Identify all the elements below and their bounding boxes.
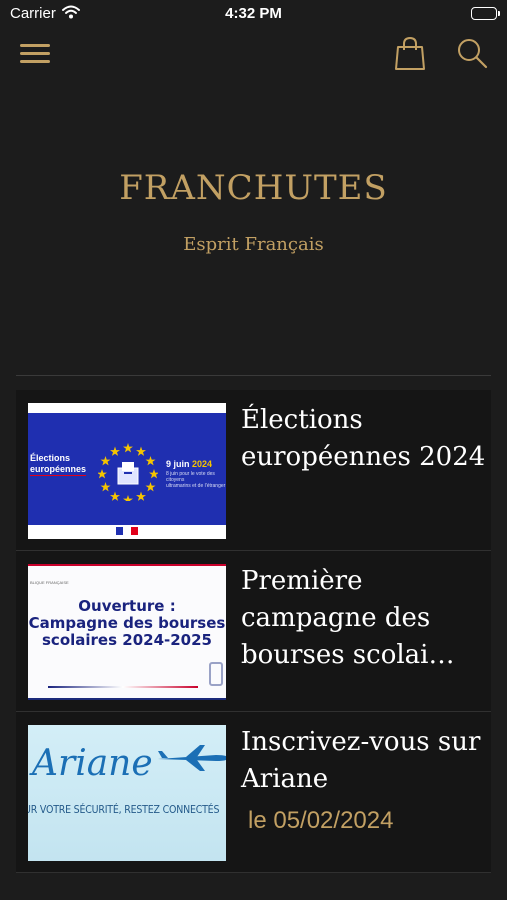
hero-header: FRANCHUTES Esprit Français — [0, 76, 507, 374]
ariane-logo: Ariane — [32, 743, 153, 784]
article-title: Première campagne des bourses scolai… — [241, 566, 455, 670]
airplane-icon — [158, 745, 226, 771]
article-title: Élections européennes 2024 — [241, 405, 486, 472]
search-icon[interactable] — [455, 36, 489, 70]
menu-icon[interactable] — [18, 39, 52, 67]
thumbnail-heading: Ouverture : Campagne des bourses scolair… — [28, 597, 226, 649]
thumbnail-edge-text: BLIQUE FRANÇAISE — [30, 580, 69, 585]
article-list: Élections européennes 9 juin 2024 8 juin… — [16, 390, 491, 873]
navigation-bar — [0, 30, 507, 76]
thumbnail-tagline: UR VOTRE SÉCURITÉ, RESTEZ CONNECTÉS — [28, 804, 220, 816]
article-title: Inscrivez-vous sur Ariane — [241, 727, 481, 794]
divider — [16, 375, 491, 376]
french-flag-icon — [116, 527, 138, 535]
eu-stars-ballot-icon — [98, 443, 158, 501]
status-time: 4:32 PM — [225, 5, 282, 22]
thumbnail-heading: Élections européennes — [30, 453, 87, 476]
article-card[interactable]: BLIQUE FRANÇAISE Ouverture : Campagne de… — [16, 551, 491, 712]
shopping-bag-icon[interactable] — [393, 35, 427, 71]
battery-icon — [471, 7, 500, 20]
article-card[interactable]: Ariane UR VOTRE SÉCURITÉ, RESTEZ CONNECT… — [16, 712, 491, 873]
coins-icon — [209, 662, 223, 686]
app-subtitle: Esprit Français — [183, 234, 324, 255]
thumbnail-caption: 8 juin pour le vote des citoyens ultrama… — [166, 471, 226, 489]
article-thumbnail: BLIQUE FRANÇAISE Ouverture : Campagne de… — [28, 564, 226, 700]
article-thumbnail: Élections européennes 9 juin 2024 8 juin… — [28, 403, 226, 539]
status-bar: Carrier 4:32 PM — [0, 0, 507, 28]
article-date: le 05/02/2024 — [248, 807, 394, 834]
thumbnail-date: 9 juin 2024 — [166, 459, 213, 469]
app-title: FRANCHUTES — [119, 168, 388, 208]
article-thumbnail: Ariane UR VOTRE SÉCURITÉ, RESTEZ CONNECT… — [28, 725, 226, 861]
article-card[interactable]: Élections européennes 9 juin 2024 8 juin… — [16, 390, 491, 551]
